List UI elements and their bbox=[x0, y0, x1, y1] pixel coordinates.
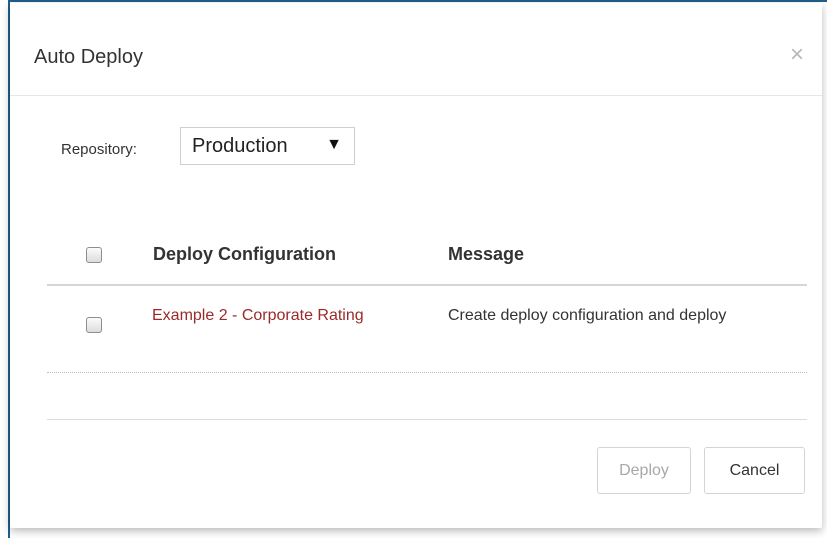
page-background: Auto Deploy × Repository: Production ▼ D… bbox=[0, 0, 827, 538]
row-message: Create deploy configuration and deploy bbox=[448, 307, 727, 324]
repository-label: Repository: bbox=[61, 141, 137, 158]
deploy-configuration-link[interactable]: Example 2 - Corporate Rating bbox=[152, 302, 402, 330]
row-checkbox[interactable] bbox=[86, 317, 102, 333]
column-header-message: Message bbox=[448, 244, 525, 264]
table-row: Example 2 - Corporate Rating Create depl… bbox=[47, 286, 807, 373]
footer-divider bbox=[47, 419, 807, 420]
close-icon[interactable]: × bbox=[786, 43, 808, 67]
select-all-checkbox[interactable] bbox=[86, 247, 102, 263]
table-header-row: Deploy Configuration Message bbox=[47, 225, 807, 286]
window-frame-top-edge bbox=[8, 0, 827, 2]
dialog-title: Auto Deploy bbox=[34, 46, 143, 68]
caret-down-icon: ▼ bbox=[326, 136, 342, 153]
repository-select[interactable]: Production ▼ bbox=[180, 127, 355, 165]
repository-select-value: Production bbox=[192, 135, 288, 157]
column-header-deploy-configuration: Deploy Configuration bbox=[153, 244, 336, 264]
auto-deploy-dialog: Auto Deploy × Repository: Production ▼ D… bbox=[10, 3, 822, 528]
dialog-header: Auto Deploy × bbox=[10, 3, 822, 96]
deploy-button[interactable]: Deploy bbox=[597, 447, 691, 494]
cancel-button[interactable]: Cancel bbox=[704, 447, 805, 494]
